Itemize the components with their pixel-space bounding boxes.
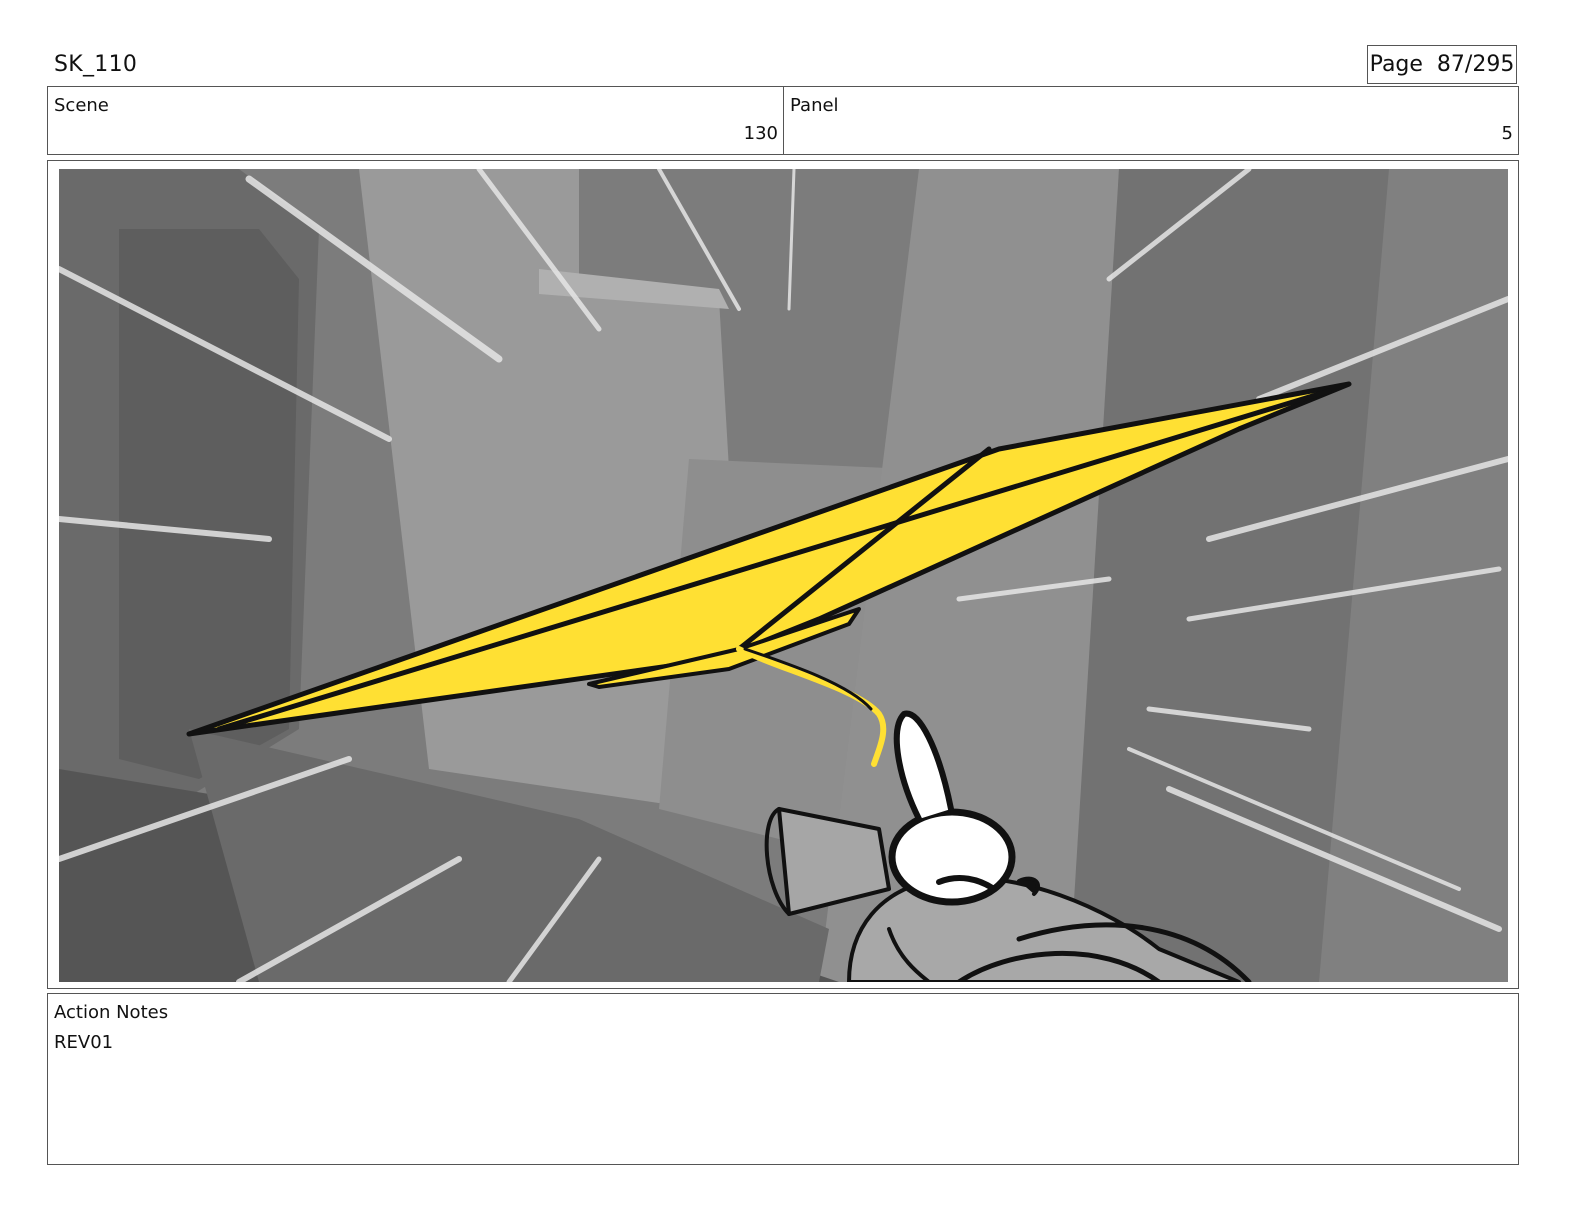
- scene-number: 130: [743, 123, 778, 144]
- scene-cell: Scene 130: [48, 87, 784, 154]
- storyboard-drawing: [59, 169, 1508, 982]
- action-notes-label: Action Notes: [54, 1002, 169, 1023]
- page-number-box: Page 87/295: [1367, 45, 1517, 84]
- sheet-title: SK_110: [54, 52, 138, 77]
- panel-number: 5: [1501, 123, 1513, 144]
- storyboard-illustration: [59, 169, 1508, 982]
- info-bar: Scene 130 Panel 5: [47, 86, 1519, 155]
- page-number: Page 87/295: [1369, 52, 1515, 77]
- panel-frame: [47, 160, 1519, 989]
- scene-label: Scene: [54, 95, 109, 116]
- action-notes-text: REV01: [54, 1032, 114, 1053]
- action-notes-box: Action Notes REV01: [47, 993, 1519, 1165]
- panel-label: Panel: [790, 95, 839, 116]
- panel-cell: Panel 5: [784, 87, 1518, 154]
